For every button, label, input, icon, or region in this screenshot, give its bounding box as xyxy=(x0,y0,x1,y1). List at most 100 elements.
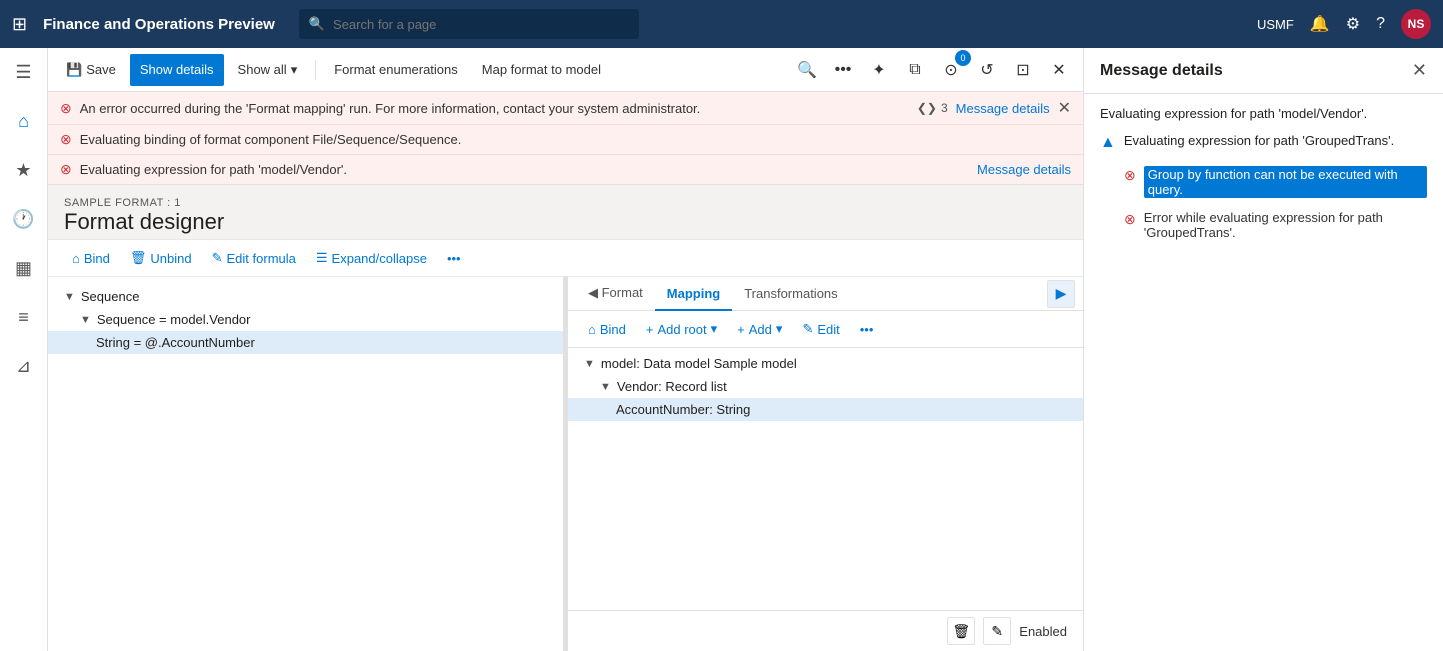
sidebar-list-icon[interactable]: ≡ xyxy=(12,301,35,334)
show-details-button[interactable]: Show details xyxy=(130,54,224,86)
help-icon[interactable]: ? xyxy=(1376,15,1385,33)
expand-collapse-label: Expand/collapse xyxy=(332,251,427,266)
error-close-button[interactable]: ✕ xyxy=(1058,98,1071,118)
grid-icon[interactable]: ⊞ xyxy=(12,14,27,35)
panel-error-icon-1: ⊗ xyxy=(1124,167,1136,184)
map-bind-label: Bind xyxy=(600,322,626,337)
edit-map-label: Edit xyxy=(817,322,839,337)
enabled-status: Enabled xyxy=(1019,624,1067,639)
search-icon: 🔍 xyxy=(309,16,325,32)
error-row-3: ⊗ Evaluating expression for path 'model/… xyxy=(48,155,1083,184)
bell-icon[interactable]: 🔔 xyxy=(1310,14,1330,34)
toolbar: 💾 Save Show details Show all ▾ Format en… xyxy=(48,48,1083,92)
tab-mapping[interactable]: Mapping xyxy=(655,278,732,311)
show-details-label: Show details xyxy=(140,62,214,77)
sidebar-calendar-icon[interactable]: ▦ xyxy=(9,252,38,285)
search-input[interactable] xyxy=(333,17,629,32)
edit-status-button[interactable]: ✎ xyxy=(983,617,1011,645)
share-icon-button[interactable]: ⧉ xyxy=(899,54,931,86)
unbind-label: Unbind xyxy=(150,251,191,266)
close-designer-button[interactable]: ✕ xyxy=(1043,54,1075,86)
map-bind-icon: ⌂ xyxy=(588,322,596,337)
sidebar-star-icon[interactable]: ★ xyxy=(9,154,37,187)
designer-header: SAMPLE FORMAT : 1 Format designer xyxy=(48,185,1083,239)
show-all-button[interactable]: Show all ▾ xyxy=(228,54,308,86)
edit-formula-button[interactable]: ✎ Edit formula xyxy=(204,246,304,270)
format-enumerations-label: Format enumerations xyxy=(334,62,458,77)
panel-close-button[interactable]: ✕ xyxy=(1412,60,1427,81)
more-dt-button[interactable]: ••• xyxy=(439,247,469,270)
show-all-chevron-icon: ▾ xyxy=(291,62,298,78)
panel-body: Evaluating expression for path 'model/Ve… xyxy=(1084,94,1443,651)
app-title: Finance and Operations Preview xyxy=(43,16,275,33)
add-root-icon: + xyxy=(646,322,654,337)
designer-left: SAMPLE FORMAT : 1 Format designer ⌂ Bind… xyxy=(48,185,1083,651)
add-root-label: Add root xyxy=(657,322,706,337)
designer-area: SAMPLE FORMAT : 1 Format designer ⌂ Bind… xyxy=(48,185,1083,651)
tree-item-label-1: Sequence xyxy=(81,289,140,304)
tree-item-sequence-vendor[interactable]: ▼ Sequence = model.Vendor xyxy=(48,308,563,331)
model-tree-vendor[interactable]: ▼ Vendor: Record list xyxy=(568,375,1083,398)
bind-button[interactable]: ⌂ Bind xyxy=(64,247,118,270)
tab-nav-button[interactable]: ▶ xyxy=(1047,280,1075,308)
left-sidebar: ☰ ⌂ ★ 🕐 ▦ ≡ ⊿ xyxy=(0,48,48,651)
error-text-1: An error occurred during the 'Format map… xyxy=(80,101,909,116)
sidebar-home-icon[interactable]: ☰ xyxy=(9,56,37,89)
panel-section: ▲ Evaluating expression for path 'Groupe… xyxy=(1100,133,1427,152)
new-window-button[interactable]: ⊡ xyxy=(1007,54,1039,86)
avatar[interactable]: NS xyxy=(1401,9,1431,39)
designer-title: Format designer xyxy=(64,209,1067,235)
tab-format-label: ◀ xyxy=(588,285,602,300)
connection-icon-button[interactable]: ✦ xyxy=(863,54,895,86)
expand-collapse-button[interactable]: ☰ Expand/collapse xyxy=(308,246,435,270)
error-row-1: ⊗ An error occurred during the 'Format m… xyxy=(48,92,1083,125)
panel-path-text: Evaluating expression for path 'model/Ve… xyxy=(1100,106,1427,121)
save-button[interactable]: 💾 Save xyxy=(56,54,126,86)
map-format-label: Map format to model xyxy=(482,62,601,77)
format-enumerations-button[interactable]: Format enumerations xyxy=(324,54,468,86)
error-message-link-3[interactable]: Message details xyxy=(977,162,1071,177)
error-nav-icon: ❮❯ xyxy=(917,101,937,115)
map-bind-button[interactable]: ⌂ Bind xyxy=(580,318,634,341)
badge-count: 0 xyxy=(955,50,971,66)
tab-transformations[interactable]: Transformations xyxy=(732,278,849,311)
message-details-panel: Message details ✕ Evaluating expression … xyxy=(1083,48,1443,651)
tree-item-string[interactable]: String = @.AccountNumber xyxy=(48,331,563,354)
sidebar-favorites-icon[interactable]: ⌂ xyxy=(12,105,35,138)
more-map-button[interactable]: ••• xyxy=(852,318,882,341)
top-navigation: ⊞ Finance and Operations Preview 🔍 USMF … xyxy=(0,0,1443,48)
add-button[interactable]: + Add ▾ xyxy=(729,317,790,341)
panel-expand-icon[interactable]: ▲ xyxy=(1100,134,1116,152)
unbind-button[interactable]: 🗑 Unbind xyxy=(122,246,200,270)
model-tree: ▼ model: Data model Sample model ▼ Vendo… xyxy=(568,348,1083,610)
model-expand-icon-2: ▼ xyxy=(600,381,611,393)
edit-map-icon: ✎ xyxy=(802,321,813,337)
model-tree-root[interactable]: ▼ model: Data model Sample model xyxy=(568,352,1083,375)
model-item-label-1: model: Data model Sample model xyxy=(601,356,797,371)
tab-format[interactable]: ◀ Format xyxy=(576,277,655,311)
add-root-button[interactable]: + Add root ▾ xyxy=(638,317,725,341)
sidebar-filter-icon[interactable]: ⊿ xyxy=(10,350,37,383)
more-options-button[interactable]: ••• xyxy=(827,54,859,86)
split-pane: ▼ Sequence ▼ Sequence = model.Vendor Str… xyxy=(48,277,1083,651)
save-icon: 💾 xyxy=(66,62,82,78)
panel-header: Message details ✕ xyxy=(1084,48,1443,94)
tree-item-sequence[interactable]: ▼ Sequence xyxy=(48,285,563,308)
settings-icon[interactable]: ⚙ xyxy=(1346,14,1360,34)
delete-status-button[interactable]: 🗑 xyxy=(947,617,975,645)
model-tree-account[interactable]: AccountNumber: String xyxy=(568,398,1083,421)
refresh-button[interactable]: ↺ xyxy=(971,54,1003,86)
error-count-number: 3 xyxy=(941,101,948,115)
bind-icon: ⌂ xyxy=(72,251,80,266)
add-chevron: ▾ xyxy=(776,321,783,337)
sidebar-recent-icon[interactable]: 🕐 xyxy=(6,203,40,236)
add-label: Add xyxy=(749,322,772,337)
edit-formula-label: Edit formula xyxy=(227,251,296,266)
search-toolbar-button[interactable]: 🔍 xyxy=(791,54,823,86)
add-root-chevron: ▾ xyxy=(711,321,718,337)
save-label: Save xyxy=(86,62,116,77)
content-area: 💾 Save Show details Show all ▾ Format en… xyxy=(48,48,1083,651)
edit-map-button[interactable]: ✎ Edit xyxy=(794,317,847,341)
error-message-link-1[interactable]: Message details xyxy=(956,101,1050,116)
map-format-to-model-button[interactable]: Map format to model xyxy=(472,54,611,86)
